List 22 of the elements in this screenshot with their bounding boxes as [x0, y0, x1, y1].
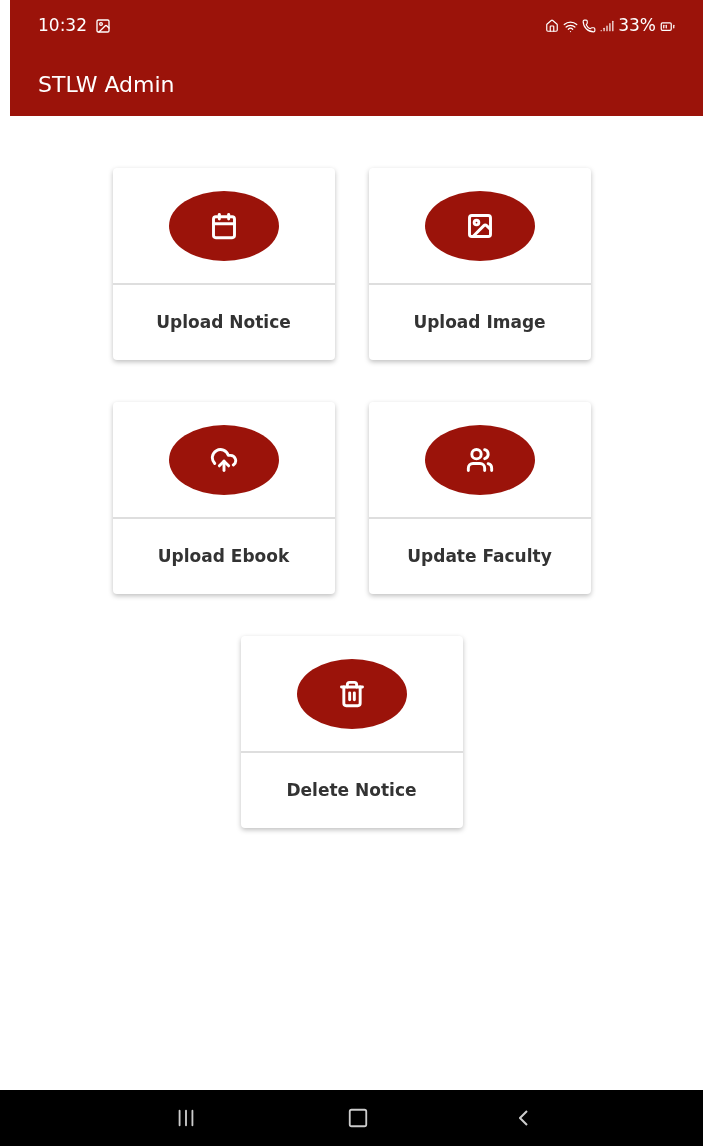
app-title: STLW Admin	[38, 70, 175, 99]
signal-icon	[600, 19, 615, 33]
calendar-icon	[209, 211, 238, 240]
phone-icon	[582, 19, 597, 33]
dashboard-card[interactable]: Upload Notice	[112, 168, 335, 360]
dashboard-card[interactable]: Upload Image	[368, 168, 591, 360]
wifi-icon	[563, 18, 579, 34]
image-icon	[465, 211, 494, 240]
home-icon	[347, 1107, 369, 1129]
dashboard-card[interactable]: Update Faculty	[368, 402, 591, 594]
clock: 10:32	[38, 14, 87, 38]
people-icon	[465, 445, 494, 474]
dashboard-card[interactable]: Upload Ebook	[112, 402, 335, 594]
home-icon	[545, 19, 560, 33]
battery-percent: 33%	[618, 14, 656, 38]
trash-icon	[337, 679, 366, 708]
back-icon	[519, 1110, 528, 1126]
cloud-upload-icon	[209, 445, 238, 474]
gallery-icon	[95, 18, 111, 34]
home-button[interactable]	[347, 1107, 369, 1129]
dashboard-card[interactable]: Delete Notice	[240, 636, 463, 828]
back-button[interactable]	[519, 1110, 528, 1126]
